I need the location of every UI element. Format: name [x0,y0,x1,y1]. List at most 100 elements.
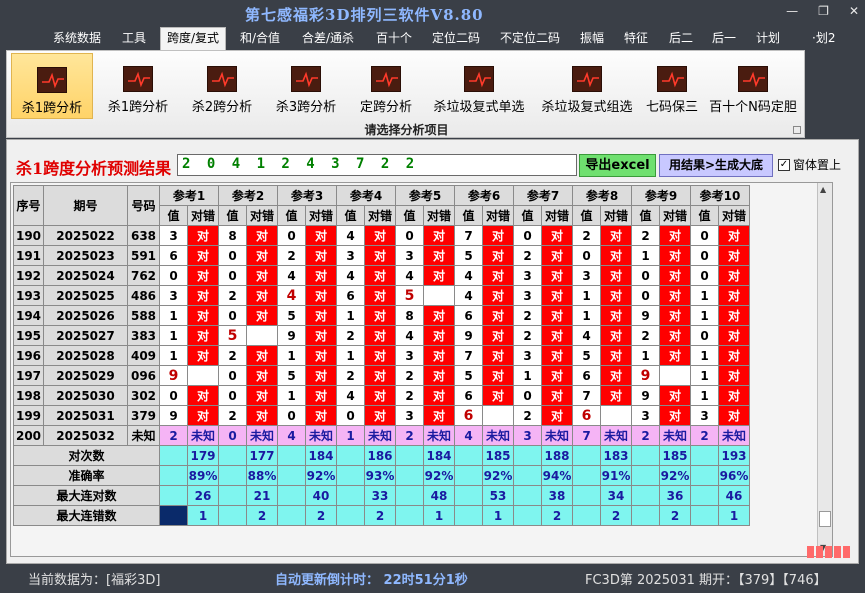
table-row[interactable]: 199 2025031 379 9 对 2 对 0 对 0 对 3 对 6 2 对 6 3 对 3 对 [13,405,750,426]
table-row[interactable]: 191 2025023 591 6 对 0 对 2 对 3 对 3 对 5 对 2 对 0 对 1 对 0 对 [13,245,750,266]
row-ref-value: 0 [277,405,306,426]
row-ref-value: 7 [454,345,483,366]
topmost-checkbox[interactable]: ✓ [778,158,790,171]
menu-item-tools[interactable]: 工具 [122,29,146,46]
row-ref-value: 2 [395,385,424,406]
header-ref-6: 参考6 [454,185,514,206]
row-ref-hit: 对 [364,305,396,326]
row-ref-value: 6 [572,365,601,386]
menu-item-digits[interactable]: 百十个 [376,29,412,46]
ribbon-button-label: 杀垃圾复式组选 [541,100,633,115]
row-ref-value: 3 [513,345,542,366]
stats-value: 53 [482,485,514,506]
chart-icon [572,66,602,92]
generate-base-button[interactable]: 用结果>生成大底 [659,154,773,177]
stats-value: 91% [600,465,632,486]
menu-item-nonpos-two[interactable]: 不定位二码 [500,29,560,46]
ribbon-button-9[interactable]: 百十个N码定胆 [705,53,801,119]
ribbon-button-8[interactable]: 七码保三 [641,53,703,119]
row-ref-value: 2 [631,325,660,346]
menu-item-system-data[interactable]: 系统数据 [53,29,101,46]
table-row[interactable]: 190 2025022 638 3 对 8 对 0 对 4 对 0 对 7 对 0 对 2 对 2 对 0 对 [13,225,750,246]
ribbon-launcher-icon[interactable] [793,126,801,134]
menu-item-span[interactable]: 跨度/复式 [160,27,227,50]
row-ref-value: 0 [218,305,247,326]
row-ref-value: 1 [631,245,660,266]
row-ref-value: 8 [218,225,247,246]
row-ref-value: 2 [277,245,306,266]
stats-row: 最大连对数 26 21 40 33 48 53 38 34 36 46 [13,485,750,506]
ribbon-button-6[interactable]: 杀垃圾复式单选 [427,53,531,119]
row-ref-value: 0 [218,245,247,266]
scroll-up-icon[interactable]: ▲ [820,185,826,194]
row-ref-hit: 对 [246,365,278,386]
row-ref-hit: 对 [187,285,219,306]
vertical-scrollbar[interactable]: ▲ ▼ [817,183,832,556]
row-ref-hit: 对 [187,225,219,246]
row-ref-hit: 对 [659,225,691,246]
stats-spacer [277,445,306,466]
pending-result: 未知 [423,425,455,446]
header-result: 对错 [187,205,219,226]
pending-row[interactable]: 200 2025032 未知 2 未知 0 未知 4 未知 1 未知 2 未知 4 未知 3 未知 7 未知 2 未知 2… [13,425,750,446]
stats-value: 186 [364,445,396,466]
row-ref-value: 0 [218,385,247,406]
menu-item-sum[interactable]: 和/合值 [240,29,280,46]
window-controls: — ❐ ✕ [786,4,859,18]
analysis-table: 序号 期号 号码 参考1 参考2 参考3 参考4 参考5 参考6 参考7 参考8 参考9 参考10 值对错… [13,185,750,526]
row-ref-hit: 对 [423,405,455,426]
menu-item-plan[interactable]: 计划 [756,29,780,46]
menu-item-amplitude[interactable]: 振幅 [580,29,604,46]
ribbon-button-7[interactable]: 杀垃圾复式组选 [535,53,639,119]
menu-item-pos-two[interactable]: 定位二码 [432,29,480,46]
ribbon-button-1[interactable]: 杀1跨分析 [11,53,93,119]
row-ref-value: 3 [690,405,719,426]
restore-icon[interactable]: ❐ [818,4,829,18]
stats-label: 最大连对数 [13,485,160,506]
row-ref-value: 3 [631,405,660,426]
table-row[interactable]: 198 2025030 302 0 对 0 对 1 对 4 对 2 对 6 对 0 对 7 对 9 对 1 对 [13,385,750,406]
stats-spacer [336,485,365,506]
menu-item-feature[interactable]: 特征 [624,29,648,46]
table-row[interactable]: 194 2025026 588 1 对 0 对 5 对 1 对 8 对 6 对 2 对 1 对 9 对 1 对 [13,305,750,326]
table-row[interactable]: 196 2025028 409 1 对 2 对 1 对 1 对 3 对 7 对 3 对 5 对 1 对 1 对 [13,345,750,366]
topmost-toggle[interactable]: ✓ 窗体置上 [778,156,841,173]
row-ref-hit: 对 [659,385,691,406]
table-row[interactable]: 195 2025027 383 1 对 5 9 对 2 对 4 对 9 对 2 对 4 对 2 对 0 对 [13,325,750,346]
menu-item-plan-2[interactable]: ·划2 [812,29,835,46]
stats-spacer [395,445,424,466]
row-ref-hit: 对 [187,305,219,326]
row-ref-value: 1 [690,345,719,366]
row-ref-value: 9 [631,385,660,406]
menu-item-diff[interactable]: 合差/通杀 [302,29,354,46]
row-ref-value: 6 [454,385,483,406]
stats-spacer [336,445,365,466]
result-field[interactable]: 2 0 4 1 2 4 3 7 2 2 [177,154,577,176]
table-row[interactable]: 192 2025024 762 0 对 0 对 4 对 4 对 4 对 4 对 3 对 3 对 0 对 0 对 [13,265,750,286]
close-icon[interactable]: ✕ [849,4,859,18]
stats-value: 2 [246,505,278,526]
minimize-icon[interactable]: — [786,4,798,18]
row-ref-hit: 对 [659,345,691,366]
ribbon-button-4[interactable]: 杀3跨分析 [267,53,345,119]
ribbon-button-3[interactable]: 杀2跨分析 [183,53,261,119]
ribbon-button-2[interactable]: 杀1跨分析 [99,53,177,119]
table-row[interactable]: 197 2025029 096 9 0 对 5 对 2 对 2 对 5 对 1 对 6 对 9 1 对 [13,365,750,386]
menu-item-back-two[interactable]: 后二 [669,29,693,46]
row-ref-value: 2 [513,405,542,426]
header-value: 值 [631,205,660,226]
export-excel-button[interactable]: 导出excel [579,154,656,177]
stats-value: 1 [718,505,750,526]
stats-spacer [395,465,424,486]
row-ref-value: 4 [395,325,424,346]
stats-spacer [572,465,601,486]
scroll-thumb[interactable] [819,511,831,527]
row-ref-value: 1 [690,385,719,406]
row-ref-hit: 对 [364,225,396,246]
row-ref-value: 0 [572,245,601,266]
table-row[interactable]: 193 2025025 486 3 对 2 对 4 对 6 对 5 4 对 3 对 1 对 0 对 1 对 [13,285,750,306]
ribbon-button-5[interactable]: 定跨分析 [351,53,421,119]
stats-value: 2 [659,505,691,526]
menu-item-back-one[interactable]: 后一 [712,29,736,46]
row-ref-hit: 对 [187,345,219,366]
